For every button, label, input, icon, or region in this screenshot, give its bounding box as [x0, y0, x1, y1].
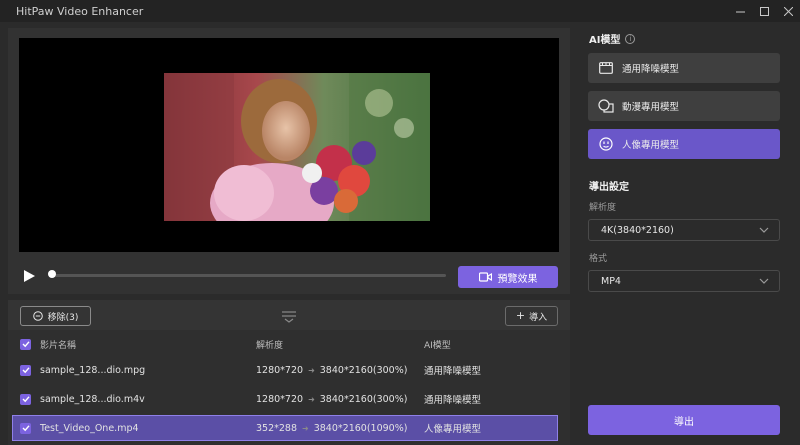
column-header-resolution: 解析度: [256, 340, 284, 351]
file-name: sample_128...dio.mpg: [40, 364, 146, 376]
export-button[interactable]: 導出: [588, 405, 780, 435]
face-icon: [598, 136, 614, 152]
check-icon: [22, 367, 30, 374]
minimize-button[interactable]: [728, 0, 752, 22]
maximize-icon: [759, 6, 769, 16]
arrow-right-icon: ➜: [302, 423, 309, 433]
table-header: 影片名稱 解析度 AI模型: [8, 334, 570, 354]
video-frame-image: [164, 73, 430, 221]
window-title: HitPaw Video Enhancer: [16, 4, 144, 18]
minus-circle-icon: [32, 311, 43, 321]
table-row[interactable]: sample_128...dio.m4v 1280*720 ➜ 3840*216…: [12, 386, 558, 412]
remove-button[interactable]: 移除(3): [20, 306, 91, 326]
resolution-to: 3840*2160(1090%): [313, 422, 408, 434]
check-icon: [22, 425, 30, 432]
model-option-label: 人像專用模型: [622, 140, 680, 151]
resolution-cell: 1280*720 ➜ 3840*2160(300%): [256, 386, 407, 412]
export-settings-title: 導出設定: [589, 182, 629, 193]
format-value: MP4: [601, 275, 621, 287]
model-cell: 通用降噪模型: [424, 366, 482, 377]
preview-effect-label: 預覽效果: [497, 273, 538, 285]
import-button[interactable]: + 導入: [505, 306, 558, 326]
resolution-from: 1280*720: [256, 364, 304, 376]
resolution-label: 解析度: [589, 203, 617, 213]
close-button[interactable]: [776, 0, 800, 22]
maximize-button[interactable]: [752, 0, 776, 22]
format-select[interactable]: MP4: [588, 270, 780, 292]
check-icon: [22, 396, 30, 403]
model-option-label: 通用降噪模型: [622, 64, 680, 75]
file-name: Test_Video_One.mp4: [40, 422, 139, 434]
title-bar: HitPaw Video Enhancer: [0, 0, 800, 22]
model-option-general-denoise[interactable]: 通用降噪模型: [588, 53, 780, 83]
table-row[interactable]: sample_128...dio.mpg 1280*720 ➜ 3840*216…: [12, 357, 558, 383]
resolution-select[interactable]: 4K(3840*2160): [588, 219, 780, 241]
row-checkbox[interactable]: [20, 416, 31, 440]
model-cell: 通用降噪模型: [424, 395, 482, 406]
format-label: 格式: [589, 254, 608, 264]
check-icon: [22, 341, 30, 348]
resolution-from: 1280*720: [256, 393, 304, 405]
resolution-cell: 352*288 ➜ 3840*2160(1090%): [256, 416, 407, 440]
chevron-down-icon: [759, 278, 769, 284]
row-checkbox[interactable]: [20, 357, 31, 383]
resolution-value: 4K(3840*2160): [601, 224, 674, 236]
ai-model-heading: AI模型 i: [589, 31, 636, 46]
file-name: sample_128...dio.m4v: [40, 393, 145, 405]
file-list-panel: 移除(3) + 導入 影片名稱 解析度 AI模型 sample_128...di…: [8, 300, 570, 445]
column-header-name: 影片名稱: [40, 340, 77, 351]
info-icon[interactable]: i: [625, 33, 636, 44]
collapse-icon: [282, 311, 296, 323]
resolution-from: 352*288: [256, 422, 298, 434]
shapes-icon: [598, 98, 614, 114]
table-row-selected[interactable]: Test_Video_One.mp4 352*288 ➜ 3840*2160(1…: [12, 415, 558, 441]
ai-model-title: AI模型: [589, 35, 621, 46]
preview-area: 預覽效果: [8, 28, 570, 294]
settings-panel: AI模型 i 通用降噪模型 動漫專用模型 人像專用模型 導出設定 解析度 4K(…: [578, 28, 800, 445]
close-icon: [783, 6, 793, 16]
model-cell: 人像專用模型: [424, 424, 482, 435]
remove-label: 移除(3): [47, 312, 79, 323]
progress-handle[interactable]: [48, 270, 56, 278]
arrow-right-icon: ➜: [308, 365, 315, 375]
arrow-right-icon: ➜: [308, 394, 315, 404]
resolution-to: 3840*2160(300%): [319, 364, 408, 376]
chevron-down-icon: [759, 227, 769, 233]
row-checkbox[interactable]: [20, 386, 31, 412]
film-icon: [598, 60, 614, 76]
video-player[interactable]: [19, 38, 559, 252]
model-option-anime[interactable]: 動漫專用模型: [588, 91, 780, 121]
collapse-toggle[interactable]: [280, 308, 298, 323]
resolution-to: 3840*2160(300%): [319, 393, 408, 405]
app-window: HitPaw Video Enhancer 預覽效果 移除(3) + 導入 影片…: [0, 0, 800, 445]
progress-track[interactable]: [50, 274, 446, 277]
resolution-cell: 1280*720 ➜ 3840*2160(300%): [256, 357, 407, 383]
video-camera-icon: [478, 272, 492, 282]
play-icon: [24, 270, 35, 282]
plus-icon: +: [515, 309, 526, 322]
import-label: 導入: [529, 312, 548, 323]
list-toolbar: 移除(3) + 導入: [8, 300, 570, 330]
model-option-label: 動漫專用模型: [622, 102, 680, 113]
preview-effect-button[interactable]: 預覽效果: [458, 266, 558, 288]
column-header-model: AI模型: [424, 340, 451, 351]
play-button[interactable]: [22, 268, 36, 282]
minimize-icon: [735, 11, 745, 12]
select-all-checkbox[interactable]: [20, 334, 31, 354]
model-option-portrait[interactable]: 人像專用模型: [588, 129, 780, 159]
